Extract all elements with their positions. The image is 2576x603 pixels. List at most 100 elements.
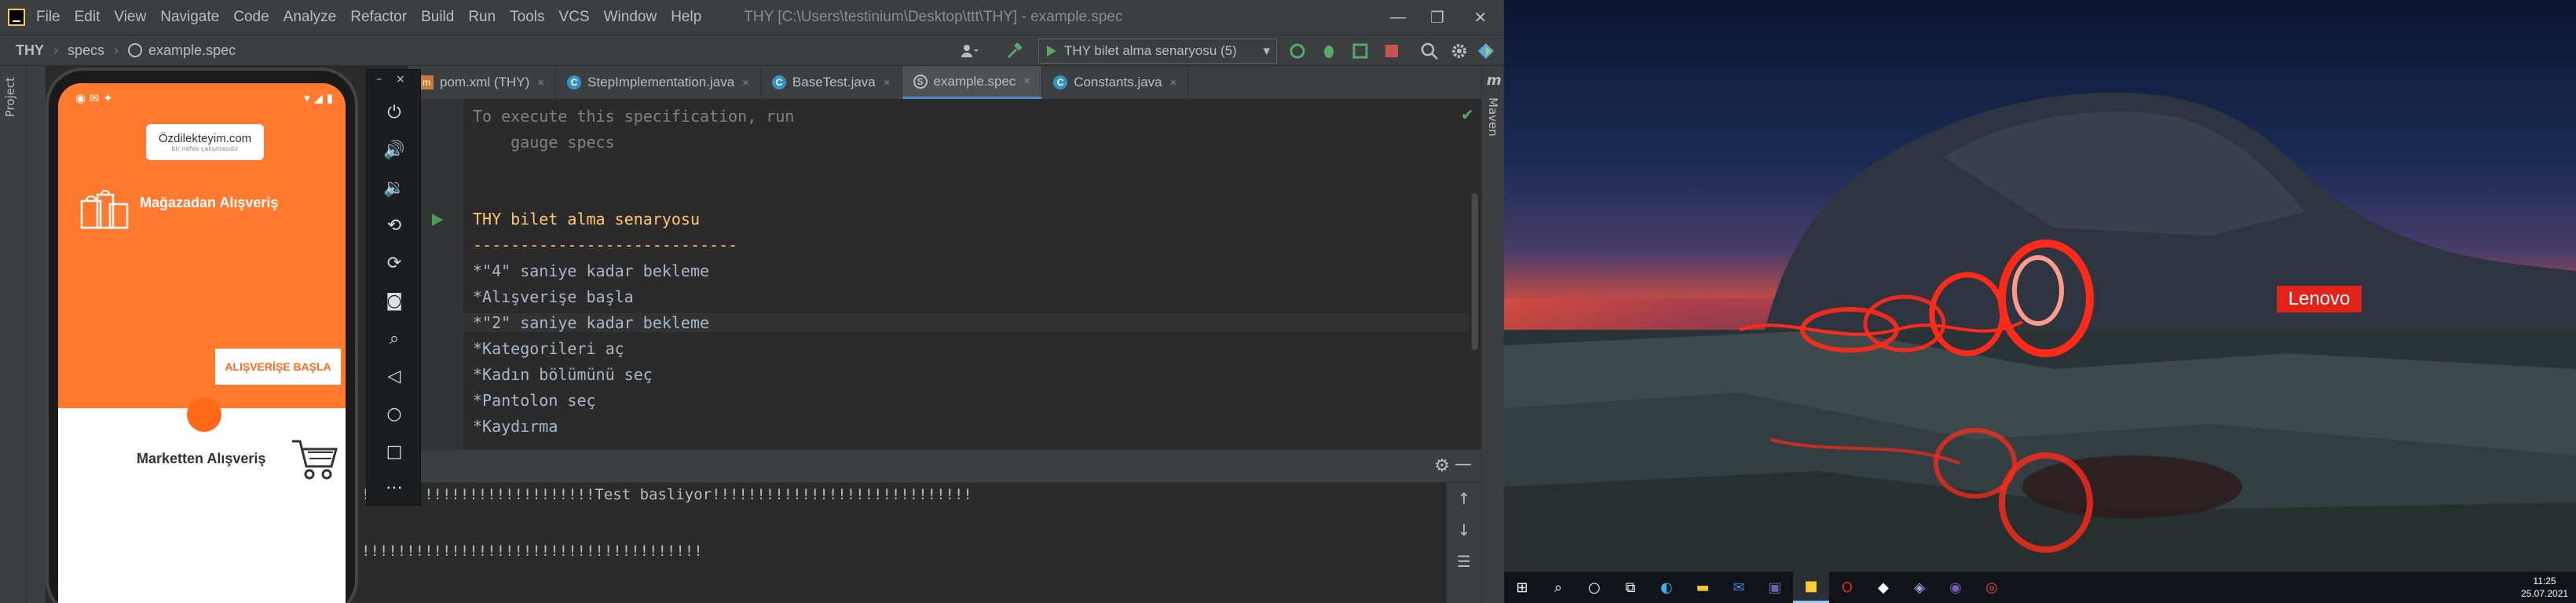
overview-icon[interactable]: □ <box>367 436 422 467</box>
soft-wrap-icon[interactable]: ☰ <box>1447 546 1481 577</box>
menu-edit[interactable]: Edit <box>75 9 101 26</box>
code-line: gauge specs <box>473 133 615 152</box>
breadcrumb-project[interactable]: THY <box>16 42 44 59</box>
close-window-button[interactable]: ✕ <box>1457 0 1504 35</box>
back-icon[interactable]: ◁ <box>367 360 422 392</box>
rerun-icon[interactable] <box>1288 42 1307 60</box>
tab-step-implementation[interactable]: C StepImplementation.java × <box>556 66 761 99</box>
run-scenario-icon[interactable] <box>432 214 443 226</box>
menu-build[interactable]: Build <box>421 9 454 26</box>
tab-constants[interactable]: C Constants.java × <box>1042 66 1189 99</box>
menu-analyze[interactable]: Analyze <box>284 9 337 26</box>
editor-scrollbar[interactable] <box>1472 193 1478 350</box>
code-line: To execute this specification, run <box>473 107 795 126</box>
emulator-screen[interactable]: ◉ ✉ ✦ ▾ ◢ ▮ Özdilekteyim.com bir nefes ç… <box>58 83 346 603</box>
arrow-down-icon[interactable]: ↓ <box>1447 514 1481 546</box>
mail-icon[interactable]: ✉ <box>1721 572 1757 603</box>
task-view-icon[interactable]: ⧉ <box>1612 572 1648 603</box>
step-line: *Alışverişe başla <box>473 287 634 306</box>
app-icon[interactable]: ◈ <box>1901 572 1937 603</box>
windows-taskbar: ⊞ ⌕ ○ ⧉ ◐ ▬ ✉ ▣ ■ O ◆ ◈ ◉ ◎ 11:25 25.07.… <box>1504 572 2576 603</box>
chevron-right-icon: › <box>53 42 58 58</box>
close-icon[interactable]: × <box>742 76 749 90</box>
coverage-icon[interactable] <box>1351 42 1370 60</box>
stop-icon[interactable] <box>1382 42 1401 60</box>
close-icon[interactable]: × <box>537 76 544 90</box>
run-console[interactable]: !!!!!!!!!!!!!!!!!!!!!!!!!!Test basliyor!… <box>360 482 1481 603</box>
run-configuration-select[interactable]: THY bilet alma senaryosu (5) ▾ <box>1038 38 1277 64</box>
menu-view[interactable]: View <box>114 9 146 26</box>
chrome-icon[interactable]: ◎ <box>1974 572 2010 603</box>
opera-icon[interactable]: O <box>1829 572 1865 603</box>
emulator-window-controls[interactable]: –× <box>376 73 419 86</box>
breadcrumb-folder[interactable]: specs <box>68 42 104 59</box>
menu-navigate[interactable]: Navigate <box>160 9 219 26</box>
teams-icon[interactable]: ▣ <box>1757 572 1793 603</box>
edge-browser-icon[interactable]: ◐ <box>1648 572 1685 603</box>
tab-label: example.spec <box>933 73 1016 89</box>
system-clock[interactable]: 11:25 25.07.2021 <box>2521 575 2568 600</box>
tab-label: Constants.java <box>1074 75 1162 90</box>
emulator-left-border <box>27 66 46 603</box>
android-status-bar: ◉ ✉ ✦ ▾ ◢ ▮ <box>58 83 346 113</box>
menu-window[interactable]: Window <box>604 9 657 26</box>
power-icon[interactable]: ⏻ <box>367 97 422 128</box>
battery-signal-icon: ▾ ◢ ▮ <box>304 91 333 105</box>
project-tool-tab[interactable]: Project <box>3 77 17 117</box>
rotate-left-icon[interactable]: ⟲ <box>367 210 422 241</box>
menu-refactor[interactable]: Refactor <box>350 9 407 26</box>
tab-label: pom.xml (THY) <box>440 75 530 90</box>
home-icon[interactable]: ○ <box>367 398 422 429</box>
close-icon[interactable]: × <box>1023 75 1030 88</box>
cortana-icon[interactable]: ○ <box>1576 572 1612 603</box>
zoom-icon[interactable]: ⌕ <box>367 323 422 354</box>
menu-vcs[interactable]: VCS <box>559 9 590 26</box>
menu-file[interactable]: File <box>36 9 60 26</box>
close-icon[interactable]: × <box>1170 76 1177 90</box>
lenovo-logo: Lenovo <box>2277 286 2362 312</box>
maven-tool-tab[interactable]: Maven <box>1486 97 1500 137</box>
spec-file-icon <box>128 43 143 57</box>
tab-example-spec[interactable]: Sexample.spec × <box>902 66 1043 99</box>
app-icon[interactable]: ◆ <box>1865 572 1901 603</box>
volume-up-icon[interactable]: 🔊 <box>367 134 422 166</box>
navigation-bar: THY › specs › example.spec THY bilet alm… <box>0 35 1504 66</box>
user-icon[interactable] <box>960 42 979 60</box>
play-icon <box>1047 46 1056 57</box>
maximize-button[interactable]: ❐ <box>1414 0 1461 35</box>
intellij-taskbar-icon[interactable]: ■ <box>1793 572 1829 603</box>
camera-icon[interactable]: ◙ <box>367 285 422 316</box>
more-icon[interactable]: ⋯ <box>367 472 422 503</box>
close-icon[interactable]: × <box>884 76 891 90</box>
debug-icon[interactable] <box>1319 42 1338 60</box>
arrow-up-icon[interactable]: ↑ <box>1447 483 1481 514</box>
gear-icon[interactable] <box>1450 42 1469 60</box>
orange-fruit-icon <box>187 397 221 432</box>
windows-start-icon[interactable]: ⊞ <box>1504 572 1540 603</box>
java-class-icon: C <box>771 75 786 90</box>
notification-icon: ◉ ✉ ✦ <box>75 91 113 105</box>
menu-run[interactable]: Run <box>468 9 496 26</box>
menu-help[interactable]: Help <box>671 9 701 26</box>
search-icon[interactable] <box>1420 42 1439 60</box>
editor-tabs: m pom.xml (THY) × C StepImplementation.java… <box>408 66 1481 99</box>
ide-plugin-icon[interactable] <box>1476 42 1495 60</box>
android-studio-icon[interactable]: ◉ <box>1937 572 1974 603</box>
window-title: THY [C:\Users\testinium\Desktop\ttt\THY]… <box>744 9 1123 25</box>
gear-icon[interactable]: ⚙ <box>1434 456 1450 476</box>
code-editor[interactable]: ✔ To execute this specification, run gau… <box>408 99 1481 449</box>
search-icon[interactable]: ⌕ <box>1540 572 1576 603</box>
start-shopping-button[interactable]: ALIŞVERİŞE BAŞLA <box>215 349 341 385</box>
hide-panel-icon[interactable]: — <box>1454 455 1472 474</box>
rotate-right-icon[interactable]: ⟳ <box>367 247 422 279</box>
build-hammer-icon[interactable] <box>1005 42 1024 60</box>
breadcrumb-file[interactable]: example.spec <box>148 42 236 59</box>
emulator-toolbar: –× ⏻ 🔊 🔉 ⟲ ⟳ ◙ ⌕ ◁ ○ □ ⋯ <box>366 69 421 506</box>
file-explorer-icon[interactable]: ▬ <box>1685 572 1721 603</box>
tab-pom-xml[interactable]: m pom.xml (THY) × <box>408 66 557 99</box>
tab-base-test[interactable]: C BaseTest.java × <box>761 66 902 99</box>
menu-tools[interactable]: Tools <box>510 9 544 26</box>
volume-down-icon[interactable]: 🔉 <box>367 172 422 203</box>
market-shopping-title[interactable]: Marketten Alışveriş <box>137 451 265 467</box>
menu-code[interactable]: Code <box>233 9 269 26</box>
